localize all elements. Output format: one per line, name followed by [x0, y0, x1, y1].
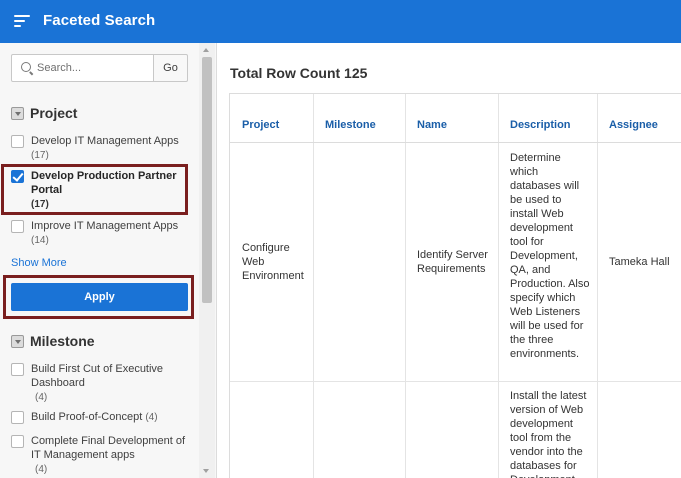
facet-item-count: (17): [31, 150, 49, 161]
facet-item-complete-final-development[interactable]: Complete Final Development of IT Managem…: [11, 434, 191, 478]
search-field[interactable]: [11, 54, 154, 82]
cell-description: Install the latest version of Web develo…: [510, 390, 587, 478]
app-header: Faceted Search: [0, 0, 681, 43]
show-more-link[interactable]: Show More: [11, 257, 67, 269]
facet-header-milestone[interactable]: Milestone: [11, 333, 95, 349]
scroll-down-arrow-icon[interactable]: [203, 469, 209, 473]
report-region: Total Row Count 125 Project Milestone Na…: [218, 43, 681, 478]
facet-item-build-first-cut[interactable]: Build First Cut of Executive Dashboard (…: [11, 362, 191, 404]
facet-item-improve-it-management-apps[interactable]: Improve IT Management Apps (14): [11, 219, 191, 249]
facet-item-label: Develop IT Management Apps (17): [31, 135, 179, 161]
facet-item-label: Develop Production Partner Portal (17): [31, 170, 177, 210]
facet-item-build-proof-of-concept[interactable]: Build Proof-of-Concept (4): [11, 410, 191, 426]
total-row-count: Total Row Count 125: [230, 65, 368, 81]
checkbox[interactable]: [11, 363, 24, 376]
facet-item-count: (17): [31, 199, 49, 210]
checkbox[interactable]: [11, 411, 24, 424]
page-title: Faceted Search: [43, 12, 156, 29]
column-header-project[interactable]: Project: [242, 119, 279, 131]
column-header-name[interactable]: Name: [417, 119, 447, 131]
facet-item-develop-production-partner-portal[interactable]: Develop Production Partner Portal (17): [11, 169, 191, 210]
scrollbar-thumb[interactable]: [202, 57, 212, 303]
checkbox[interactable]: [11, 220, 24, 233]
checkbox[interactable]: [11, 435, 24, 448]
go-button[interactable]: Go: [153, 54, 188, 82]
cell-assignee: Tameka Hall: [609, 256, 670, 268]
cell-name: Identify Server Requirements: [417, 249, 488, 275]
search-input[interactable]: [37, 55, 151, 81]
column-project: [230, 94, 314, 478]
cell-project: Configure Web Environment: [242, 242, 304, 282]
facet-item-count: (4): [35, 392, 48, 403]
facet-sidebar: Go Project Develop IT Management Apps (1…: [0, 43, 217, 478]
hamburger-menu-icon[interactable]: [14, 15, 30, 28]
header-divider: [230, 142, 681, 143]
column-assignee: [598, 94, 681, 478]
column-name: [406, 94, 499, 478]
apply-button[interactable]: Apply: [11, 283, 188, 311]
report-grid: Project Milestone Name Description Assig…: [229, 93, 681, 478]
row-divider: [230, 381, 681, 382]
search-icon: [21, 62, 31, 72]
collapse-icon[interactable]: [11, 106, 24, 120]
facet-title: Milestone: [30, 333, 95, 349]
scroll-up-arrow-icon[interactable]: [203, 48, 209, 52]
cell-description: Determine which databases will be used t…: [510, 152, 590, 360]
facet-header-project[interactable]: Project: [11, 105, 77, 121]
facet-item-label: Build First Cut of Executive Dashboard (…: [31, 363, 164, 403]
checkbox-checked[interactable]: [11, 170, 24, 183]
column-header-description[interactable]: Description: [510, 119, 571, 131]
facet-item-count: (14): [31, 235, 49, 246]
facet-item-label: Complete Final Development of IT Managem…: [31, 435, 186, 475]
facet-item-label: Improve IT Management Apps (14): [31, 220, 179, 246]
column-header-assignee[interactable]: Assignee: [609, 119, 658, 131]
column-milestone: [314, 94, 406, 478]
checkbox[interactable]: [11, 135, 24, 148]
facet-item-label: Build Proof-of-Concept (4): [31, 411, 158, 423]
column-header-milestone[interactable]: Milestone: [325, 119, 376, 131]
collapse-icon[interactable]: [11, 334, 24, 348]
facet-item-count: (4): [35, 464, 48, 475]
facet-item-develop-it-management-apps[interactable]: Develop IT Management Apps (17): [11, 134, 191, 164]
facet-item-count: (4): [145, 412, 158, 423]
facet-title: Project: [30, 105, 78, 121]
